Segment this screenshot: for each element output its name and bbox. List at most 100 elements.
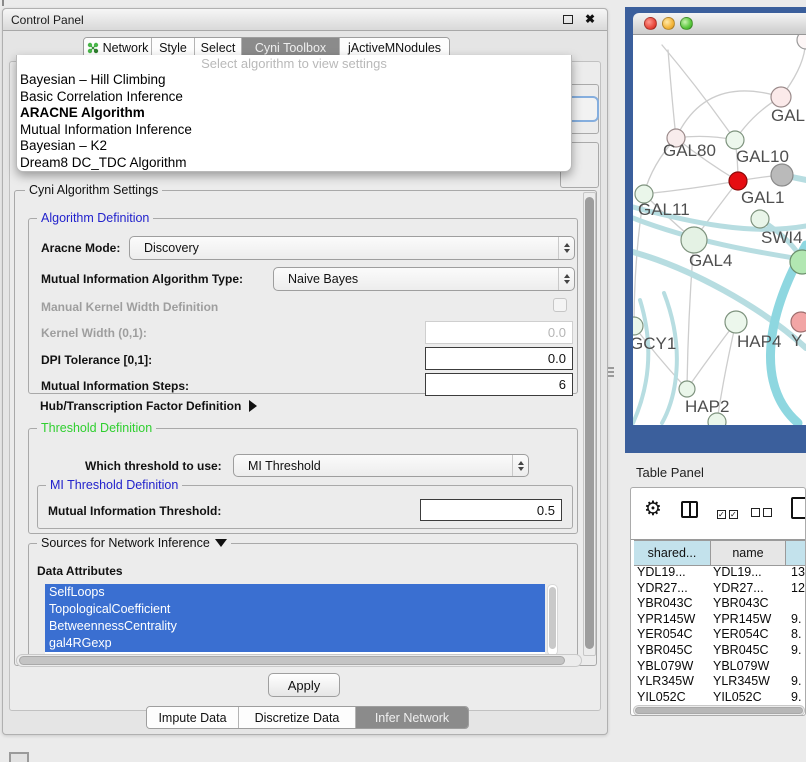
algorithm-option[interactable]: Dream8 DC_TDC Algorithm — [17, 155, 571, 172]
network-canvas[interactable]: GALGAL80GAL10GAL1GAL11SWI4GAL4GCY1HAP4YH… — [633, 35, 806, 425]
settings-hscrollbar-thumb[interactable] — [19, 656, 565, 665]
network-node-gcy1[interactable] — [633, 317, 643, 335]
algorithm-definition-title: Algorithm Definition — [37, 211, 153, 225]
manual-kernel-checkbox[interactable] — [553, 298, 567, 312]
table-row[interactable]: YPR145WYPR145W9. — [631, 612, 805, 628]
table-row[interactable]: YBR045CYBR045C9. — [631, 643, 805, 659]
splitter-grip[interactable] — [608, 367, 614, 379]
columns-icon[interactable] — [681, 501, 698, 518]
tab-label: Select — [201, 41, 236, 55]
algorithm-definition-group: Algorithm Definition Aracne Mode: Discov… — [28, 218, 578, 394]
network-node-label: Y — [791, 331, 802, 350]
table-cell: YER054C — [713, 627, 769, 641]
network-node[interactable] — [771, 164, 793, 186]
mi-threshold-field[interactable]: 0.5 — [420, 499, 562, 521]
data-attribute-item[interactable]: gal4RGexp — [45, 635, 545, 652]
algorithm-option[interactable]: Bayesian – Hill Climbing — [17, 72, 571, 89]
zoom-traffic-light-icon[interactable] — [680, 17, 693, 30]
mi-threshold-label: Mutual Information Threshold: — [48, 504, 221, 518]
table-row[interactable]: YBR043CYBR043C — [631, 596, 805, 612]
network-edge[interactable] — [644, 181, 738, 194]
stepper-icon — [512, 455, 528, 476]
table-row[interactable]: YDR27...YDR27...12 — [631, 581, 805, 597]
deselect-all-icon[interactable] — [751, 504, 775, 522]
network-tab-icon — [87, 42, 99, 54]
data-attributes-label: Data Attributes — [37, 564, 123, 578]
network-node-y[interactable] — [791, 312, 806, 332]
float-window-icon[interactable] — [563, 15, 573, 24]
attributes-scrollbar-thumb[interactable] — [549, 587, 556, 649]
data-attribute-item[interactable]: SelfLoops — [45, 584, 545, 601]
network-node-label: SWI4 — [761, 228, 803, 247]
network-node-gal[interactable] — [771, 87, 791, 107]
select-all-icon[interactable]: ✓✓ — [717, 504, 741, 522]
mi-steps-field[interactable]: 6 — [425, 373, 573, 396]
table-cell: 9. — [791, 612, 801, 626]
close-traffic-light-icon[interactable] — [644, 17, 657, 30]
aracne-mode-combo[interactable]: Discovery — [129, 236, 575, 260]
settings-horizontal-scrollbar[interactable] — [16, 654, 582, 667]
table-cell: 8. — [791, 627, 801, 641]
network-edge[interactable] — [662, 45, 735, 140]
settings-vertical-scrollbar[interactable] — [583, 192, 596, 656]
minimized-panel-icon[interactable] — [9, 752, 29, 762]
tab-label: Network — [103, 41, 149, 55]
settings-vscrollbar-thumb[interactable] — [585, 197, 594, 649]
data-attributes-list[interactable]: SelfLoopsTopologicalCoefficientBetweenne… — [45, 584, 545, 656]
network-edge[interactable] — [662, 293, 677, 423]
kernel-width-field[interactable]: 0.0 — [425, 321, 573, 344]
close-icon[interactable]: ✖ — [585, 12, 595, 26]
network-node-gal4[interactable] — [681, 227, 707, 253]
bottom-tab-impute-data[interactable]: Impute Data — [147, 707, 239, 728]
gear-icon[interactable]: ⚙ — [644, 496, 662, 521]
table-row[interactable]: YDL19...YDL19...13 — [631, 565, 805, 581]
network-edge[interactable] — [668, 50, 676, 138]
algorithm-dropdown-placeholder: Select algorithm to view settings — [17, 55, 571, 72]
table-row[interactable]: YLR345WYLR345W9. — [631, 674, 805, 690]
bottom-tab-infer-network[interactable]: Infer Network — [356, 707, 468, 728]
table-cell: YBL079W — [637, 659, 693, 673]
network-window-titlebar[interactable] — [633, 13, 806, 35]
network-node[interactable] — [708, 413, 726, 425]
table-rows: YDL19...YDL19...13YDR27...YDR27...12YBR0… — [631, 565, 805, 705]
network-node-hap2[interactable] — [679, 381, 695, 397]
network-node-label: GAL4 — [689, 251, 732, 270]
collapsed-arrow-icon — [249, 400, 257, 412]
table-column-header[interactable] — [786, 540, 806, 566]
mi-type-combo[interactable]: Naive Bayes — [273, 267, 575, 291]
network-node-hap4[interactable] — [725, 311, 747, 333]
which-threshold-combo[interactable]: MI Threshold — [233, 454, 529, 477]
data-attribute-item[interactable]: TopologicalCoefficient — [45, 601, 545, 618]
table-column-header[interactable]: name — [711, 540, 786, 566]
mi-steps-label: Mutual Information Steps: — [41, 379, 189, 393]
algorithm-option[interactable]: ARACNE Algorithm — [17, 105, 571, 122]
sources-toggle[interactable]: Sources for Network Inference — [37, 536, 231, 550]
table-row[interactable]: YBL079WYBL079W — [631, 659, 805, 675]
network-node-swi4[interactable] — [751, 210, 769, 228]
table-column-header[interactable]: shared... — [634, 540, 711, 566]
corner-tick — [2, 0, 4, 6]
network-graph: GALGAL80GAL10GAL1GAL11SWI4GAL4GCY1HAP4YH… — [633, 35, 806, 425]
table-row[interactable]: YER054CYER054C8. — [631, 627, 805, 643]
manual-kernel-label: Manual Kernel Width Definition — [41, 300, 218, 314]
apply-button[interactable]: Apply — [268, 673, 340, 697]
algorithm-option[interactable]: Mutual Information Inference — [17, 122, 571, 139]
network-node-label: GAL10 — [736, 147, 789, 166]
minimize-traffic-light-icon[interactable] — [662, 17, 675, 30]
table-hscrollbar-thumb[interactable] — [635, 707, 803, 714]
network-node[interactable] — [797, 35, 806, 49]
bottom-tab-discretize-data[interactable]: Discretize Data — [239, 707, 356, 728]
which-threshold-value: MI Threshold — [234, 459, 512, 473]
algorithm-option[interactable]: Basic Correlation Inference — [17, 89, 571, 106]
table-horizontal-scrollbar[interactable] — [633, 705, 805, 716]
table-row[interactable]: YIL052CYIL052C9. — [631, 690, 805, 705]
mi-type-value: Naive Bayes — [274, 272, 558, 286]
hub-definition-toggle[interactable]: Hub/Transcription Factor Definition — [40, 399, 257, 413]
control-panel-title: Control Panel — [11, 13, 84, 27]
attributes-list-scrollbar[interactable] — [547, 584, 558, 656]
document-icon[interactable] — [791, 497, 806, 519]
dpi-tolerance-field[interactable]: 0.0 — [425, 347, 573, 370]
algorithm-option[interactable]: Bayesian – K2 — [17, 138, 571, 155]
table-cell: 13 — [791, 565, 805, 579]
data-attribute-item[interactable]: BetweennessCentrality — [45, 618, 545, 635]
